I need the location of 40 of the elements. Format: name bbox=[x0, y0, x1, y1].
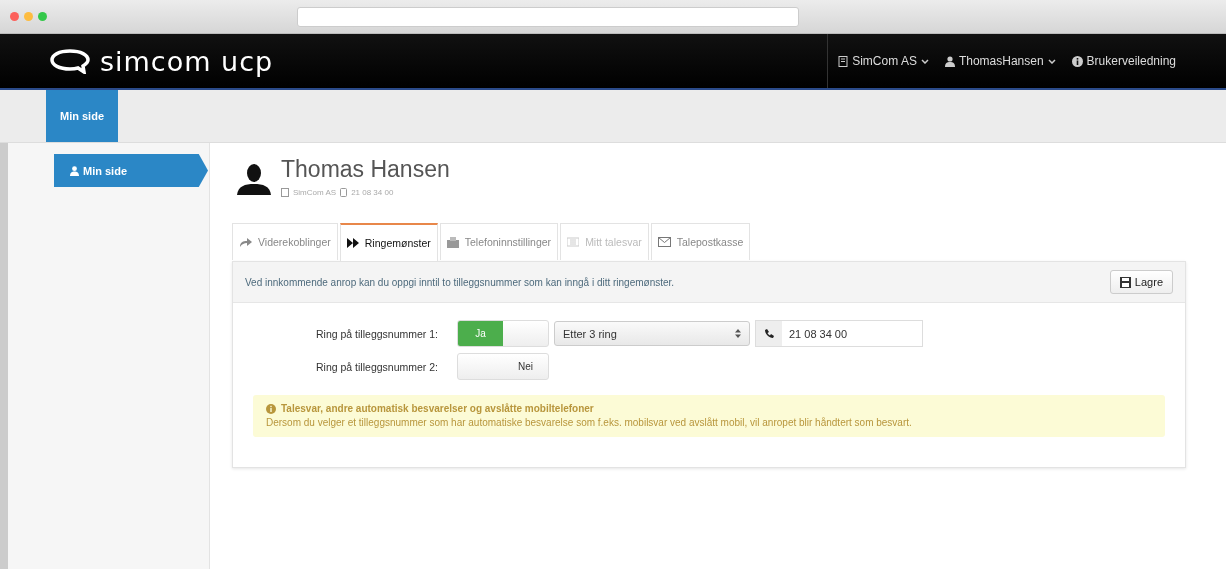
info-text: Ved innkommende anrop kan du oppgi inntil to tilleggsnummer som kan inngå i ditt ringemønster. bbox=[245, 276, 675, 288]
updown-arrows-icon bbox=[735, 329, 741, 338]
ring-select[interactable]: Etter 3 ring bbox=[554, 321, 750, 346]
header-menu-link[interactable]: ThomasHansen bbox=[944, 54, 1056, 68]
building-icon bbox=[281, 188, 289, 197]
tab[interactable]: Ringemønster bbox=[339, 223, 438, 261]
warning-text: Dersom du velger et tilleggsnummer som har automatiske besvarelse som f.eks. mobilsvar ved avslått mobil, vil anropet blir håndtert som besvart. bbox=[266, 417, 913, 428]
warning-title: Talesvar, andre automatisk besvarelser og avslåtte mobiltelefoner bbox=[281, 403, 594, 414]
tab[interactable]: Telefoninnstillinger bbox=[439, 223, 559, 260]
user-icon bbox=[70, 165, 79, 176]
phone-input[interactable]: 21 08 34 00 bbox=[755, 320, 923, 347]
toggle-switch[interactable]: Nei bbox=[457, 353, 549, 380]
header-menu-link[interactable]: SimCom AS bbox=[838, 54, 929, 68]
phone-icon bbox=[764, 328, 774, 339]
caret-icon bbox=[1047, 58, 1056, 64]
nav-tab[interactable]: Min side bbox=[46, 90, 118, 142]
user-icon bbox=[944, 55, 955, 67]
profile-name: Thomas Hansen bbox=[281, 156, 450, 183]
save-button[interactable]: Lagre bbox=[1109, 270, 1173, 294]
share-arrow-icon bbox=[239, 237, 252, 247]
person-silhouette-icon bbox=[237, 163, 271, 195]
header-menu-link[interactable]: Brukerveiledning bbox=[1071, 54, 1176, 68]
tab[interactable]: Talepostkasse bbox=[650, 223, 751, 260]
logo-text: simcom ucp bbox=[100, 45, 274, 77]
envelope-icon bbox=[657, 237, 671, 247]
window-controls-icon[interactable] bbox=[10, 12, 47, 21]
tab[interactable]: Viderekoblinger bbox=[232, 223, 338, 260]
info-icon bbox=[1071, 55, 1083, 67]
fast-forward-icon bbox=[346, 238, 359, 248]
sidebar-item[interactable]: Min side bbox=[54, 154, 208, 187]
building-icon bbox=[838, 55, 849, 67]
company-name: SimCom AS bbox=[293, 188, 337, 197]
speech-bubble-icon bbox=[48, 48, 92, 74]
field-label: Ring på tilleggsnummer 1: bbox=[315, 327, 439, 340]
mobile-phone-icon bbox=[340, 188, 348, 197]
info-icon bbox=[266, 403, 276, 414]
phone-number: 21 08 34 00 bbox=[351, 188, 394, 197]
address-bar[interactable] bbox=[297, 6, 799, 27]
caret-icon bbox=[920, 58, 929, 64]
field-label: Ring på tilleggsnummer 2: bbox=[315, 360, 439, 373]
